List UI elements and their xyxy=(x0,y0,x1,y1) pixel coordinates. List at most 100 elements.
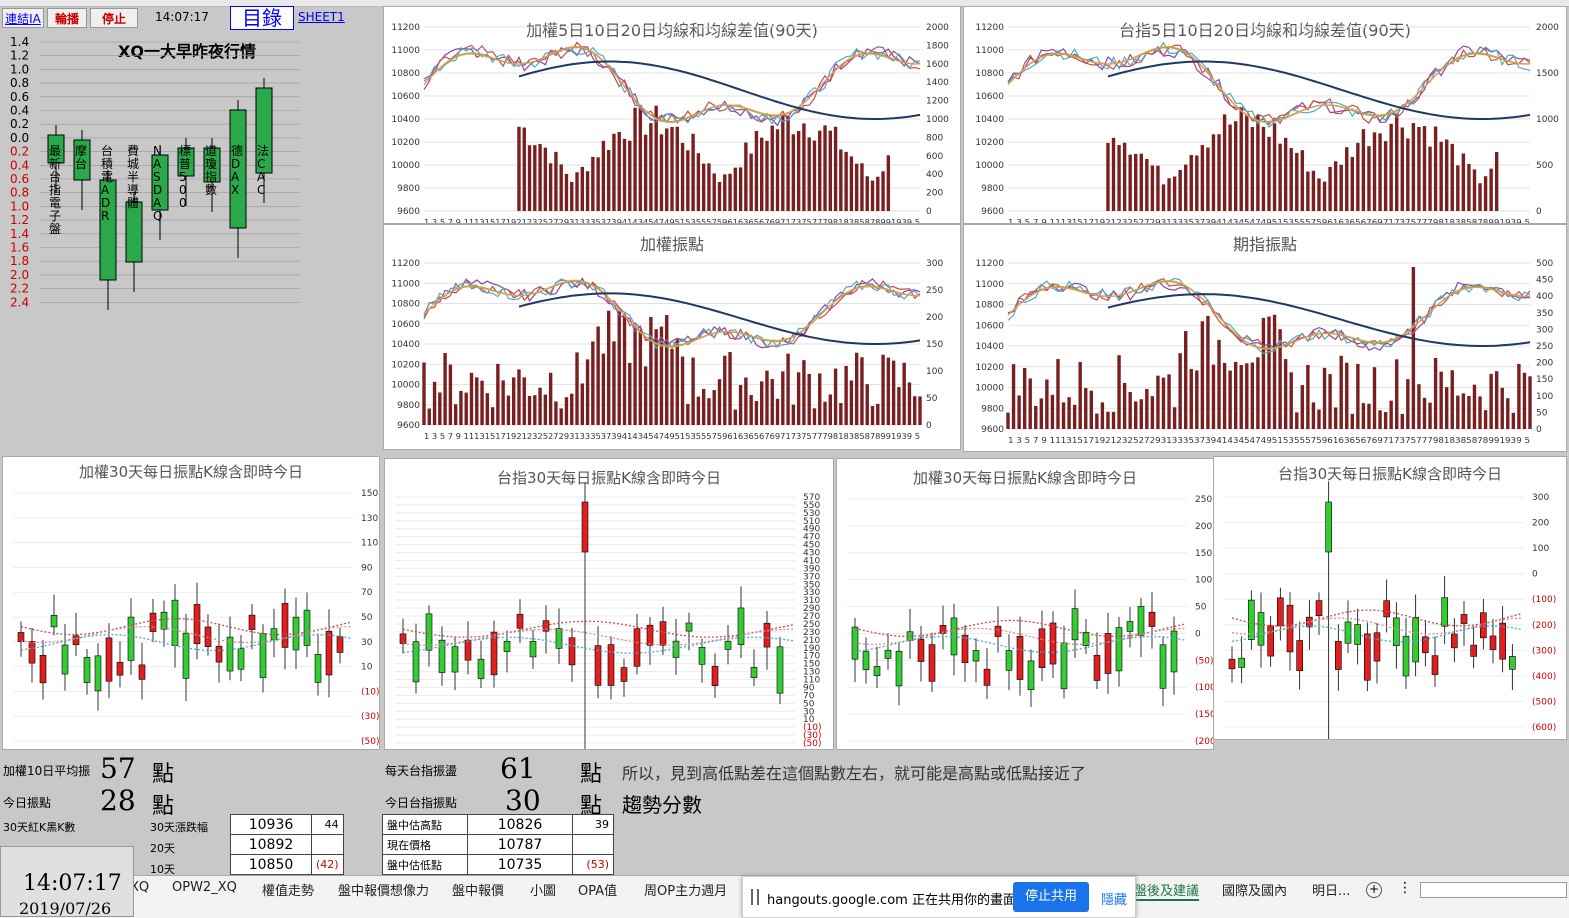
y2-tick-label: 500 xyxy=(1536,161,1553,171)
bar xyxy=(744,142,748,211)
link-ia-button[interactable]: 連結IA xyxy=(2,8,44,28)
candle-body xyxy=(226,636,234,672)
more-icon[interactable]: ⋮ xyxy=(1398,880,1412,896)
bar xyxy=(591,156,595,211)
candle-body xyxy=(884,649,892,659)
drag-handle-icon[interactable] xyxy=(751,889,759,905)
bar xyxy=(564,173,569,211)
candle-body xyxy=(1470,644,1477,657)
bar xyxy=(543,394,548,425)
today-fut-label: 今日台指振點 xyxy=(385,796,458,810)
range-table: 10936 44 10892 10850 (42) xyxy=(230,814,344,875)
bar xyxy=(733,167,738,211)
bar xyxy=(1072,404,1077,429)
bar xyxy=(1461,393,1466,429)
bar xyxy=(554,401,558,425)
bar xyxy=(1178,353,1182,429)
rotate-button[interactable]: 輪播 xyxy=(47,8,87,28)
y-tick-label: 1.4 xyxy=(10,35,29,49)
bar xyxy=(1034,405,1038,429)
stop-share-button[interactable]: 停止共用 xyxy=(1013,882,1089,912)
bar xyxy=(643,366,648,425)
sheet-tab[interactable]: 盤中報價 xyxy=(452,880,504,899)
bar xyxy=(696,153,701,211)
bar xyxy=(1117,355,1121,429)
bar xyxy=(701,388,706,425)
sheet-tab[interactable]: 權值走勢 xyxy=(262,880,314,899)
y-tick-label: (30) xyxy=(361,712,379,722)
candle-body xyxy=(763,622,771,648)
y-tick-label: 10800 xyxy=(975,301,1004,311)
y-tick-label: (150) xyxy=(1195,710,1214,720)
y-tick-label: 10400 xyxy=(975,115,1004,125)
candle-body xyxy=(620,667,628,682)
bar xyxy=(575,352,579,425)
bar xyxy=(728,173,732,211)
candle-body xyxy=(1228,658,1236,670)
sheet-tab[interactable]: 盤後及建議 xyxy=(1134,880,1200,901)
y-tick-label: 0.8 xyxy=(10,186,29,200)
bar xyxy=(807,137,811,211)
y-tick-label: 0.2 xyxy=(10,145,29,159)
bar xyxy=(749,153,753,211)
bar xyxy=(696,396,701,425)
candle-body xyxy=(451,646,459,673)
bar xyxy=(1306,365,1310,429)
sheet-tab[interactable]: 小圖 xyxy=(530,880,556,899)
series-line xyxy=(423,280,920,347)
sheet-tab[interactable]: 明日... xyxy=(1312,880,1350,899)
candle-body xyxy=(127,616,135,661)
candle-body xyxy=(83,657,91,683)
bar xyxy=(728,352,732,425)
horizontal-scrollbar[interactable] xyxy=(1420,882,1567,898)
y-tick-label: (400) xyxy=(1532,672,1556,682)
candle-body xyxy=(685,622,693,632)
updown-label: 30天漲跌幅 xyxy=(150,821,208,834)
bar xyxy=(649,123,653,211)
ma-futures-chart: 1120011000108001060010400102001000098009… xyxy=(975,23,1559,223)
table-cell: 10892 xyxy=(230,834,312,855)
catalog-button[interactable]: 目錄 xyxy=(230,6,294,30)
bar xyxy=(1017,395,1021,429)
candle-body xyxy=(1137,606,1145,636)
series-line xyxy=(423,277,921,350)
stop-button[interactable]: 停止 xyxy=(90,8,138,28)
candle-body xyxy=(581,501,589,553)
candle-body xyxy=(94,655,102,692)
redblack-label: 30天紅K黑K數 xyxy=(3,821,76,834)
bar xyxy=(1378,410,1382,429)
amp-taiex-chart: 11200 11000 10800 10600 10400 10200 10000 9800 9… xyxy=(391,259,943,441)
add-sheet-icon[interactable]: + xyxy=(1366,882,1382,898)
sheet-tab[interactable]: 周OP主力週月 xyxy=(644,880,727,899)
candle-body xyxy=(646,624,654,646)
bar xyxy=(1395,359,1399,429)
sheet-tab[interactable]: 盤中報價想像力 xyxy=(338,880,429,899)
daily-fut-value: 61 xyxy=(500,752,536,785)
bar xyxy=(1056,359,1060,429)
bar xyxy=(1206,147,1210,211)
bar xyxy=(480,380,484,425)
candle-body xyxy=(1016,636,1024,680)
bar xyxy=(527,145,532,211)
sheet-tab[interactable]: OPA值 xyxy=(578,880,617,899)
bar xyxy=(1472,169,1477,211)
bar xyxy=(1506,398,1510,429)
sheet-tab[interactable]: OPW2_XQ xyxy=(172,880,237,895)
y-tick-label: 11200 xyxy=(391,23,420,33)
y-tick-label: 9600 xyxy=(397,207,420,217)
bar xyxy=(1011,364,1016,429)
sheet-tab[interactable]: 國際及國內 xyxy=(1222,880,1287,899)
candle-body xyxy=(125,201,143,263)
hide-button[interactable]: 隱藏 xyxy=(1101,889,1127,908)
bar xyxy=(1494,371,1499,429)
bar xyxy=(1217,134,1221,211)
y2-tick-label: 500 xyxy=(1536,259,1553,269)
bar xyxy=(427,408,431,425)
table-cell: (42) xyxy=(311,854,344,875)
y-tick-label: 10200 xyxy=(975,363,1004,373)
sheet1-link[interactable]: SHEET1 xyxy=(298,10,345,24)
y-tick-label: 9800 xyxy=(981,404,1004,414)
bar xyxy=(1411,267,1416,429)
candle-body xyxy=(516,613,524,629)
bar xyxy=(1261,317,1266,429)
